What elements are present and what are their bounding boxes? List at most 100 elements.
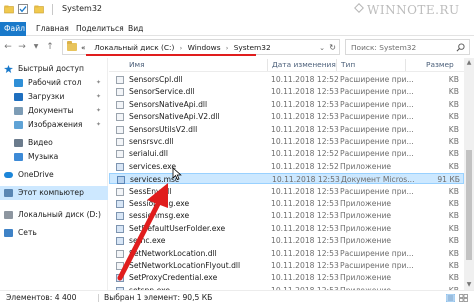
- column-header-type[interactable]: Тип: [336, 59, 355, 71]
- nav-item-label: Изображения: [28, 120, 83, 129]
- details-view-icon[interactable]: [446, 294, 455, 302]
- column-header-date[interactable]: Дата изменения: [267, 59, 336, 71]
- file-type: Расширение при...: [340, 99, 414, 109]
- file-date: 10.11.2018 12:53: [272, 175, 340, 185]
- table-row[interactable]: SetDefaultUserFolder.exe 10.11.2018 12:53…: [109, 223, 464, 234]
- column-header-name[interactable]: Имя: [129, 59, 145, 71]
- pin-icon[interactable]: ✦: [96, 76, 101, 90]
- table-row[interactable]: services.msc 10.11.2018 12:53 Документ Mic…: [109, 173, 464, 185]
- breadcrumb-drive-c[interactable]: Локальный диск (C:): [94, 42, 174, 54]
- table-row[interactable]: SetProxyCredential.exe 10.11.2018 12:53 Пр…: [109, 272, 464, 283]
- table-row[interactable]: sessionmsg.exe 10.11.2018 12:53 Приложение…: [109, 210, 464, 221]
- documents-icon: [14, 107, 23, 115]
- tab-file[interactable]: Файл: [0, 22, 26, 36]
- title-separator: [52, 4, 53, 15]
- table-row[interactable]: SetNetworkLocation.dll 10.11.2018 12:53 Ра…: [109, 248, 464, 259]
- search-icon[interactable]: [456, 43, 465, 52]
- table-row[interactable]: SensorsCpl.dll 10.11.2018 12:52 Расширение…: [109, 74, 464, 85]
- column-header-row: Имя Дата изменения Тип Размер: [109, 58, 464, 72]
- table-row[interactable]: serialui.dll 10.11.2018 12:52 Расширение п…: [109, 148, 464, 159]
- breadcrumb-overflow[interactable]: «: [81, 42, 86, 54]
- star-icon: [4, 65, 13, 73]
- dll-file-icon: [116, 113, 124, 122]
- chevron-down-icon[interactable]: ▼: [30, 41, 42, 53]
- table-row[interactable]: services.exe 10.11.2018 12:52 Приложение KB: [109, 161, 464, 172]
- dll-file-icon: [116, 138, 124, 146]
- scroll-down-icon[interactable]: ▼: [464, 280, 474, 290]
- exe-file-icon: [116, 212, 124, 221]
- scroll-up-icon[interactable]: ▲: [464, 58, 474, 68]
- folder-icon: [4, 5, 14, 14]
- nav-item[interactable]: Рабочий стол ✦: [0, 76, 108, 90]
- file-date: 10.11.2018 12:52: [271, 161, 339, 171]
- nav-item[interactable]: OneDrive: [0, 168, 108, 182]
- table-row[interactable]: sethc.exe 10.11.2018 12:53 Приложение KB: [109, 235, 464, 246]
- file-date: 10.11.2018 12:53: [271, 87, 339, 97]
- address-bar[interactable]: « Локальный диск (C:) › Windows › System…: [62, 39, 340, 55]
- window-title: System32: [62, 4, 103, 13]
- ribbon-tabs: Файл Главная Поделиться Вид: [0, 19, 474, 36]
- nav-item[interactable]: Музыка: [0, 150, 108, 164]
- tab-share[interactable]: Поделиться: [72, 22, 128, 36]
- file-type: Расширение при...: [340, 149, 414, 159]
- nav-item[interactable]: Видео: [0, 136, 108, 150]
- file-name: SetDefaultUserFolder.exe: [129, 223, 226, 233]
- chevron-down-icon[interactable]: ⌄: [319, 42, 325, 54]
- exe-file-icon: [116, 224, 124, 233]
- nav-item-label: Документы: [28, 106, 74, 115]
- tab-home[interactable]: Главная: [32, 22, 73, 36]
- vertical-scrollbar[interactable]: ▲ ▼: [464, 58, 474, 290]
- tab-view[interactable]: Вид: [124, 22, 147, 36]
- nav-item[interactable]: Документы ✦: [0, 104, 108, 118]
- file-name: sensrsvc.dll: [129, 137, 174, 146]
- table-row[interactable]: SensorService.dll 10.11.2018 12:53 Расшире…: [109, 86, 464, 97]
- table-row[interactable]: sensrsvc.dll 10.11.2018 12:53 Расширение п…: [109, 136, 464, 147]
- drive-icon: [4, 211, 13, 219]
- column-header-size[interactable]: Размер: [405, 59, 454, 71]
- dll-file-icon: [116, 249, 124, 258]
- exe-file-icon: [116, 200, 124, 208]
- breadcrumb-system32[interactable]: System32: [234, 42, 271, 54]
- file-name: sessionmsg.exe: [129, 211, 190, 221]
- file-date: 10.11.2018 12:53: [271, 236, 339, 246]
- nav-item[interactable]: Изображения ✦: [0, 118, 108, 132]
- table-row[interactable]: SessionMsg.exe 10.11.2018 12:53 Приложение…: [109, 198, 464, 209]
- up-arrow-icon[interactable]: ↑: [44, 41, 56, 53]
- table-row[interactable]: SensorsNativeApi.dll 10.11.2018 12:53 Расш…: [109, 99, 464, 110]
- file-type: Документ Micros...: [341, 175, 415, 185]
- table-row[interactable]: SessEnv.dll 10.11.2018 12:53 Расширение пр…: [109, 186, 464, 197]
- pin-icon[interactable]: ✦: [96, 90, 101, 104]
- large-icons-view-icon[interactable]: [459, 294, 468, 302]
- pin-icon[interactable]: ✦: [96, 104, 101, 118]
- checkmark-icon[interactable]: [18, 4, 28, 14]
- pin-icon[interactable]: ✦: [96, 118, 101, 132]
- new-folder-icon[interactable]: [34, 4, 44, 14]
- table-row[interactable]: SetNetworkLocationFlyout.dll 10.11.2018 1…: [109, 260, 464, 271]
- scroll-thumb[interactable]: [466, 150, 472, 260]
- nav-item[interactable]: Быстрый доступ: [0, 62, 108, 76]
- breadcrumb-windows[interactable]: Windows: [188, 42, 221, 54]
- table-row[interactable]: SensorsNativeApi.V2.dll 10.11.2018 12:53 Р…: [109, 111, 464, 122]
- nav-item[interactable]: Локальный диск (D:): [0, 208, 108, 222]
- dll-file-icon: [116, 76, 124, 84]
- status-bar: Элементов: 4 400 Выбран 1 элемент: 90,5 …: [0, 290, 474, 304]
- file-size: KB: [448, 186, 459, 196]
- table-row[interactable]: SensorsUtilsV2.dll 10.11.2018 12:53 Расшир…: [109, 124, 464, 135]
- nav-item[interactable]: Этот компьютер: [0, 186, 108, 200]
- file-date: 10.11.2018 12:53: [271, 223, 339, 233]
- back-arrow-icon[interactable]: ←: [2, 41, 14, 53]
- nav-item[interactable]: Загрузки ✦: [0, 90, 108, 104]
- file-date: 10.11.2018 12:53: [271, 137, 339, 146]
- nav-item-label: OneDrive: [18, 170, 54, 179]
- file-size: KB: [448, 248, 459, 258]
- search-box[interactable]: Поиск: System32: [345, 39, 470, 55]
- file-type: Приложение: [340, 161, 392, 171]
- file-size: KB: [448, 124, 459, 134]
- file-type: Приложение: [340, 211, 392, 221]
- search-input[interactable]: Поиск: System32: [351, 42, 416, 54]
- refresh-icon[interactable]: ↻: [329, 42, 336, 54]
- file-date: 10.11.2018 12:53: [271, 273, 339, 283]
- forward-arrow-icon[interactable]: →: [16, 41, 28, 53]
- nav-item[interactable]: Сеть: [0, 226, 108, 240]
- file-type: Приложение: [340, 273, 392, 283]
